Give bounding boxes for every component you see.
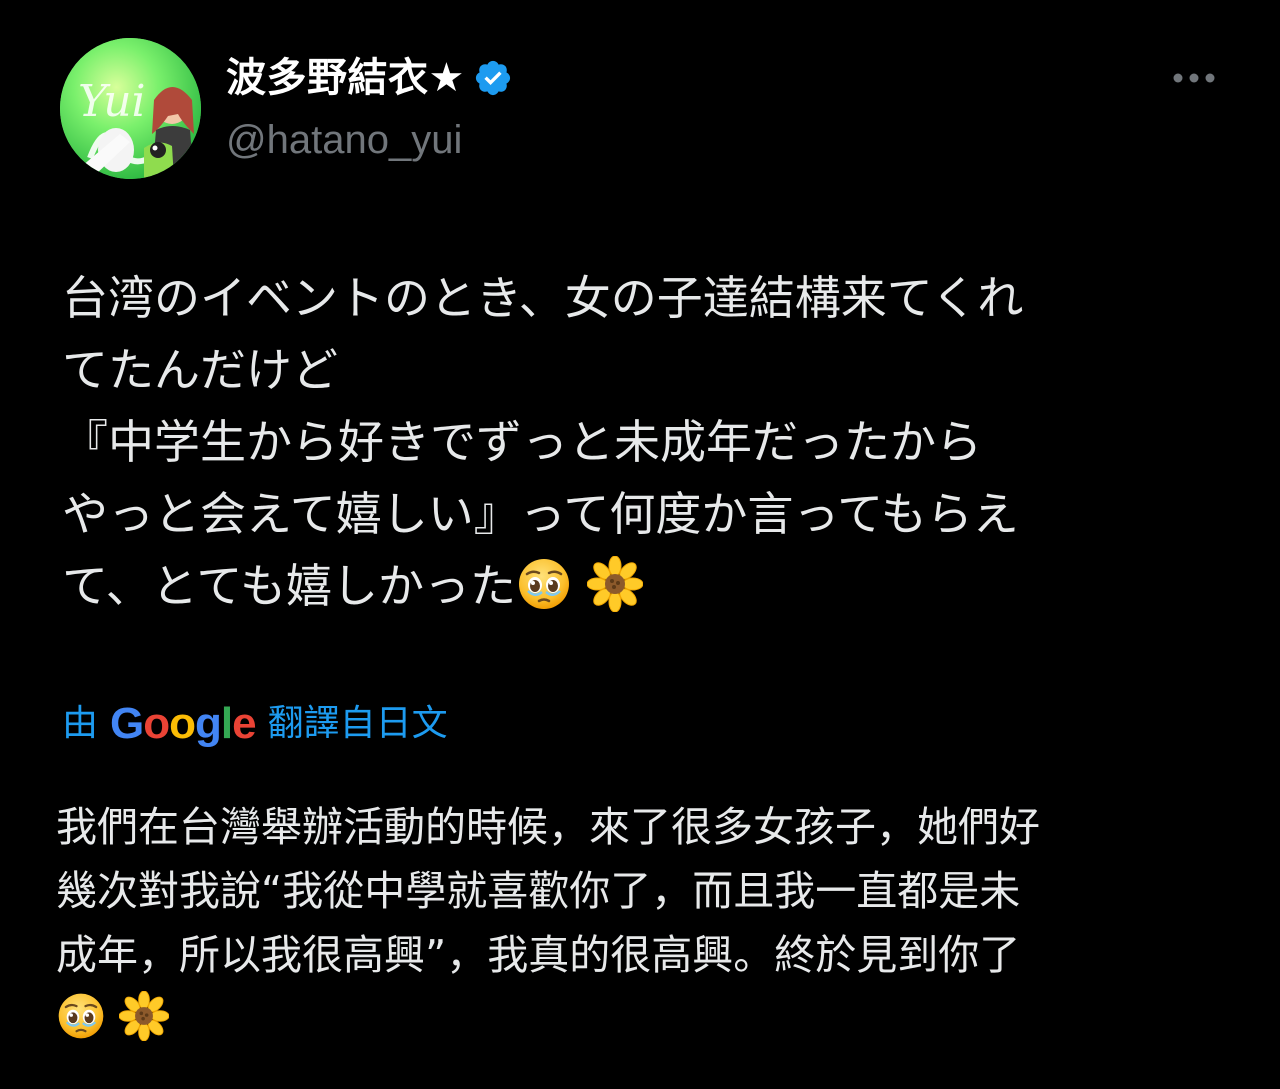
more-options-icon [1173,73,1215,83]
translation-source-label[interactable]: 翻譯自日文 [268,696,448,752]
pleading-face-icon [58,993,104,1039]
tweet-text: 台湾のイベントのとき、女の子達結構来てくれ てたんだけど 『中学生から好きでずっ… [62,262,1222,622]
tweet-line: 台湾のイベントのとき、女の子達結構来てくれ [62,271,1024,325]
translation-prefix: 由 [62,703,99,744]
tweet-line: てたんだけど [62,343,338,397]
translated-line: 幾次對我說“我從中學就喜歡你了，而且我一直都是未 [56,867,1021,915]
tweet-line: やっと会えて嬉しい』って何度か言ってもらえ [62,487,1019,541]
avatar-signature: Yui [78,76,146,127]
tweet-line: 『中学生から好きでずっと未成年だったから [62,415,982,469]
avatar-illustration: Yui [60,38,201,179]
tweet-line: て、とても嬉しかった [62,559,517,613]
author-handle[interactable]: @hatano_yui [226,112,462,168]
google-logo-icon: Google [110,699,257,748]
sunflower-icon [586,556,643,612]
translated-text: 我們在台灣舉辦活動的時候，來了很多女孩子，她們好 幾次對我說“我從中學就喜歡你了… [56,795,1226,1051]
author-name-row[interactable]: 波多野結衣★ [226,50,513,106]
translated-line: 成年，所以我很高興”，我真的很高興。終於見到你了 [56,931,1021,979]
sunflower-icon [119,991,170,1041]
verified-badge-icon [473,58,513,98]
avatar[interactable]: Yui [60,38,201,179]
translated-line: 我們在台灣舉辦活動的時候，來了很多女孩子，她們好 [56,803,1040,851]
author-display-name[interactable]: 波多野結衣★ [226,50,465,106]
pleading-face-icon [519,559,570,609]
translation-attribution[interactable]: 由 Google 翻譯自日文 [62,696,448,752]
more-options-button[interactable] [1168,60,1220,96]
